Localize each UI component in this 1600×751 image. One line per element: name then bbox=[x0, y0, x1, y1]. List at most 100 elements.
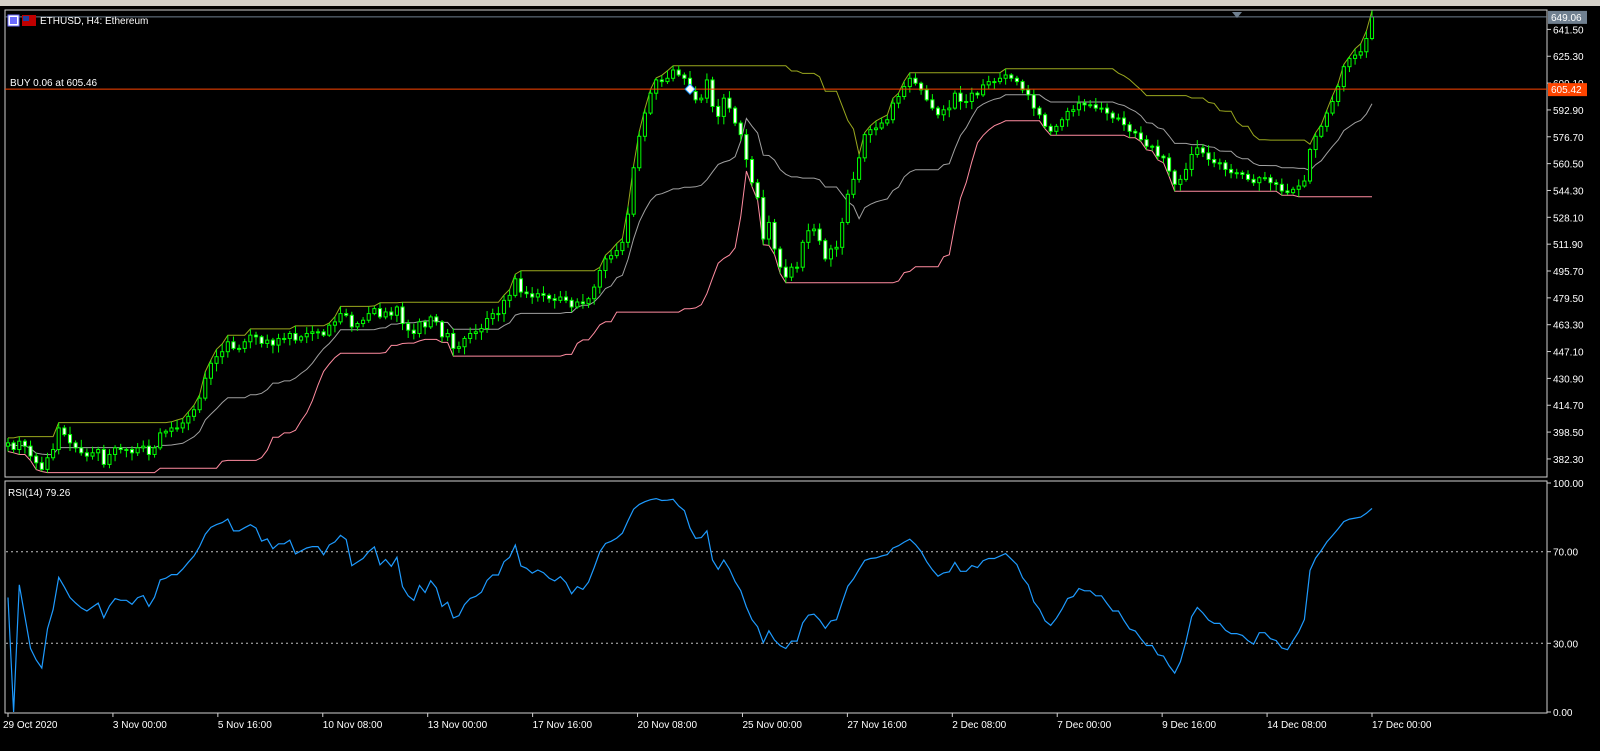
candle-body bbox=[1234, 172, 1239, 175]
chart-canvas[interactable]: 641.50625.30609.10592.90576.70560.50544.… bbox=[0, 6, 1600, 746]
candle-body bbox=[1014, 77, 1019, 83]
candle-body bbox=[738, 122, 743, 136]
candle-body bbox=[772, 221, 777, 250]
candle-body bbox=[1026, 89, 1031, 96]
time-tick-label: 29 Oct 2020 bbox=[3, 720, 58, 731]
candle-body bbox=[225, 341, 230, 353]
candle-body bbox=[1105, 107, 1110, 114]
candle-body bbox=[1302, 180, 1307, 187]
chart-window[interactable]: 641.50625.30609.10592.90576.70560.50544.… bbox=[0, 6, 1600, 746]
candle-body bbox=[310, 331, 315, 334]
candle-body bbox=[1330, 100, 1335, 114]
candle-body bbox=[485, 318, 490, 330]
candle-body bbox=[1279, 183, 1284, 192]
candle-body bbox=[417, 321, 422, 334]
candle-body bbox=[101, 448, 106, 465]
time-tick-label: 9 Dec 16:00 bbox=[1162, 720, 1216, 731]
time-tick-label: 27 Nov 16:00 bbox=[847, 720, 907, 731]
candle-body bbox=[344, 313, 349, 316]
candle-body bbox=[1082, 102, 1087, 106]
candle-body bbox=[896, 96, 901, 104]
candle-body bbox=[913, 77, 918, 84]
candle-body bbox=[789, 266, 794, 278]
time-tick-label: 25 Nov 00:00 bbox=[742, 720, 802, 731]
candle-body bbox=[1296, 185, 1301, 190]
candle-body bbox=[366, 313, 371, 321]
lower-band-line bbox=[7, 120, 1372, 474]
time-tick-label: 17 Dec 00:00 bbox=[1372, 720, 1432, 731]
candle-body bbox=[214, 356, 219, 364]
candle-body bbox=[439, 321, 445, 338]
price-tick-label: 382.30 bbox=[1553, 455, 1584, 466]
candle-body bbox=[389, 311, 394, 316]
candle-body bbox=[411, 329, 416, 334]
candle-body bbox=[682, 74, 687, 79]
candle-body bbox=[434, 316, 439, 323]
candle-body bbox=[620, 241, 625, 252]
candle-body bbox=[924, 89, 929, 101]
candle-body bbox=[625, 213, 631, 243]
candle-body bbox=[1245, 173, 1251, 180]
candle-body bbox=[1054, 125, 1059, 132]
candle-body bbox=[321, 331, 326, 336]
time-tick-label: 13 Nov 00:00 bbox=[428, 720, 488, 731]
candle-body bbox=[1285, 190, 1290, 194]
candle-body bbox=[659, 79, 664, 83]
candle-body bbox=[535, 293, 540, 298]
candle-body bbox=[1093, 104, 1098, 109]
candle-body bbox=[1251, 178, 1256, 184]
price-tick-label: 398.50 bbox=[1553, 428, 1584, 439]
order-price-badge-text: 605.42 bbox=[1551, 85, 1582, 96]
candle-body bbox=[451, 332, 456, 349]
candle-body bbox=[22, 440, 27, 447]
time-tick-label: 5 Nov 16:00 bbox=[218, 720, 272, 731]
candle-body bbox=[1003, 74, 1008, 79]
candle-body bbox=[79, 447, 84, 454]
candle-body bbox=[259, 336, 264, 344]
candle-body bbox=[372, 308, 377, 315]
candle-body bbox=[490, 313, 495, 320]
candle-body bbox=[96, 448, 101, 454]
candle-body bbox=[67, 434, 73, 444]
candle-body bbox=[1291, 188, 1296, 194]
candle-body bbox=[1099, 107, 1104, 110]
rsi-axis: 100.00 70.00 30.00 0.00 bbox=[1547, 479, 1584, 719]
candle-body bbox=[1257, 177, 1262, 184]
candle-body bbox=[276, 337, 281, 346]
candle-body bbox=[338, 313, 343, 323]
candle-body bbox=[676, 69, 681, 76]
candle-body bbox=[203, 377, 208, 399]
candle-body bbox=[795, 266, 800, 269]
candle-body bbox=[462, 337, 467, 348]
candle-body bbox=[445, 332, 450, 338]
candle-body bbox=[1206, 152, 1211, 160]
candle-body bbox=[1262, 177, 1267, 180]
candle-body bbox=[1200, 147, 1205, 154]
candle-body bbox=[423, 321, 428, 328]
price-tick-label: 576.70 bbox=[1553, 133, 1584, 144]
candle-body bbox=[766, 221, 771, 240]
candle-body bbox=[1088, 104, 1093, 107]
candle-body bbox=[823, 240, 828, 260]
candle-body bbox=[361, 319, 366, 325]
candle-body bbox=[1274, 182, 1279, 185]
candle-body bbox=[586, 298, 591, 305]
buy-entry-marker-icon[interactable] bbox=[684, 83, 696, 95]
candle-body bbox=[394, 306, 399, 316]
candle-body bbox=[84, 452, 89, 457]
candle-body bbox=[868, 129, 873, 136]
candle-body bbox=[56, 427, 61, 450]
candle-body bbox=[1065, 110, 1070, 121]
candle-body bbox=[609, 255, 614, 260]
candle-body bbox=[778, 248, 783, 268]
candle-body bbox=[208, 362, 213, 379]
symbol-flag-icon bbox=[7, 14, 36, 27]
candle-body bbox=[716, 105, 721, 117]
candle-body bbox=[547, 294, 552, 300]
candle-body bbox=[1217, 162, 1222, 165]
candle-body bbox=[1353, 54, 1358, 59]
price-tick-label: 625.30 bbox=[1553, 52, 1584, 63]
candle-body bbox=[28, 445, 33, 457]
price-tick-label: 479.50 bbox=[1553, 294, 1584, 305]
candle-body bbox=[575, 301, 580, 308]
